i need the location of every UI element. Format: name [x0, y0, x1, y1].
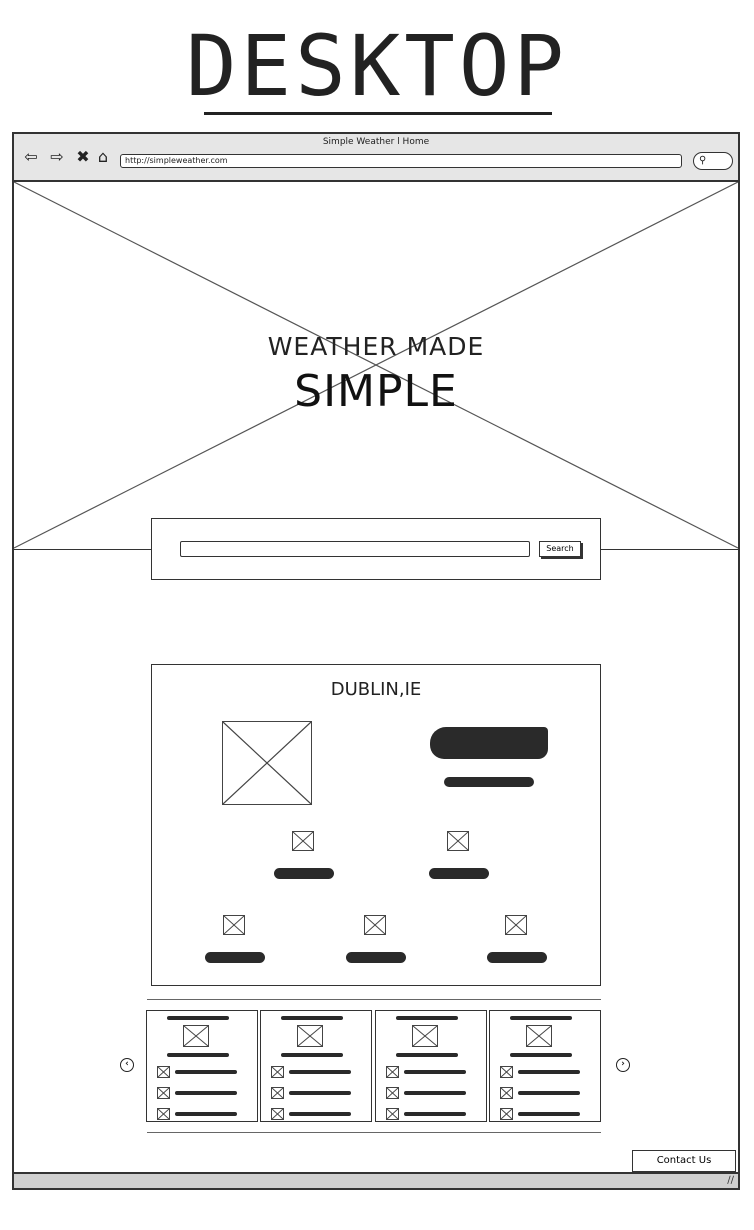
browser-titlebar: Simple Weather l Home ⇦ ⇨ ✖ ⌂ http://sim… — [14, 134, 738, 182]
search-button[interactable]: Search — [539, 541, 581, 557]
forecast-text-scribble — [289, 1112, 351, 1116]
city-name: DUBLIN,IE — [330, 679, 422, 700]
forecast-text-scribble — [281, 1016, 343, 1020]
forecast-text-scribble — [404, 1070, 466, 1074]
chevron-right-icon[interactable]: › — [616, 1058, 630, 1072]
forecast-icon-placeholder — [157, 1108, 170, 1120]
detail-value-scribble — [487, 952, 547, 963]
search-panel: Search — [151, 518, 601, 580]
home-icon[interactable]: ⌂ — [94, 148, 112, 166]
resize-grip-icon[interactable]: ∕∕ — [727, 1174, 734, 1188]
forecast-top-divider — [147, 999, 601, 1000]
detail-icon-placeholder — [292, 831, 314, 851]
forecast-text-scribble — [175, 1070, 237, 1074]
forecast-icon-placeholder — [271, 1108, 284, 1120]
forecast-text-scribble — [404, 1112, 466, 1116]
forecast-text-scribble — [518, 1070, 580, 1074]
detail-value-scribble — [205, 952, 265, 963]
contact-us-button[interactable]: Contact Us — [632, 1150, 736, 1172]
detail-value-scribble — [274, 868, 334, 879]
browser-window: Simple Weather l Home ⇦ ⇨ ✖ ⌂ http://sim… — [12, 132, 740, 1190]
forecast-icon-placeholder — [297, 1025, 323, 1047]
forecast-text-scribble — [404, 1091, 466, 1095]
forecast-text-scribble — [167, 1053, 229, 1057]
forecast-bottom-divider — [147, 1132, 601, 1133]
current-weather-card: DUBLIN,IE — [151, 664, 601, 986]
back-arrow-icon[interactable]: ⇦ — [22, 148, 40, 166]
forecast-text-scribble — [289, 1091, 351, 1095]
weather-image-placeholder — [222, 721, 312, 805]
forecast-text-scribble — [510, 1053, 572, 1057]
detail-icon-placeholder — [505, 915, 527, 935]
forecast-icon-placeholder — [183, 1025, 209, 1047]
forecast-day-card[interactable] — [489, 1010, 601, 1122]
detail-value-scribble — [346, 952, 406, 963]
forecast-icon-placeholder — [386, 1087, 399, 1099]
stop-icon[interactable]: ✖ — [74, 148, 92, 166]
chevron-left-icon[interactable]: ‹ — [120, 1058, 134, 1072]
forecast-icon-placeholder — [271, 1087, 284, 1099]
window-title: Simple Weather l Home — [322, 137, 430, 147]
forward-arrow-icon[interactable]: ⇨ — [48, 148, 66, 166]
browser-statusbar: ∕∕ — [14, 1172, 738, 1188]
address-bar[interactable]: http://simpleweather.com — [120, 154, 682, 168]
forecast-text-scribble — [281, 1053, 343, 1057]
hero-title: SIMPLE — [294, 366, 458, 417]
browser-search-field[interactable]: ⚲ — [693, 152, 733, 170]
forecast-icon-placeholder — [271, 1066, 284, 1078]
forecast-text-scribble — [396, 1016, 458, 1020]
forecast-icon-placeholder — [526, 1025, 552, 1047]
condition-scribble — [444, 777, 534, 787]
hero-image-placeholder: WEATHER MADE SIMPLE — [14, 182, 738, 550]
forecast-day-card[interactable] — [146, 1010, 258, 1122]
detail-value-scribble — [429, 868, 489, 879]
forecast-text-scribble — [167, 1016, 229, 1020]
forecast-text-scribble — [289, 1070, 351, 1074]
forecast-text-scribble — [518, 1091, 580, 1095]
search-icon: ⚲ — [699, 155, 707, 166]
hero-tagline: WEATHER MADE — [267, 332, 485, 361]
forecast-icon-placeholder — [500, 1087, 513, 1099]
forecast-icon-placeholder — [386, 1066, 399, 1078]
heading-underline — [204, 112, 552, 115]
forecast-text-scribble — [510, 1016, 572, 1020]
forecast-icon-placeholder — [412, 1025, 438, 1047]
temperature-scribble — [430, 727, 548, 759]
city-search-input[interactable] — [180, 541, 530, 557]
forecast-text-scribble — [175, 1091, 237, 1095]
forecast-icon-placeholder — [157, 1066, 170, 1078]
forecast-icon-placeholder — [386, 1108, 399, 1120]
detail-icon-placeholder — [364, 915, 386, 935]
forecast-icon-placeholder — [500, 1108, 513, 1120]
detail-icon-placeholder — [223, 915, 245, 935]
page-heading: DESKTOP — [185, 17, 568, 115]
forecast-day-card[interactable] — [260, 1010, 372, 1122]
forecast-icon-placeholder — [500, 1066, 513, 1078]
forecast-icon-placeholder — [157, 1087, 170, 1099]
forecast-day-card[interactable] — [375, 1010, 487, 1122]
detail-icon-placeholder — [447, 831, 469, 851]
image-placeholder-icon — [223, 722, 311, 804]
forecast-text-scribble — [175, 1112, 237, 1116]
forecast-text-scribble — [396, 1053, 458, 1057]
forecast-text-scribble — [518, 1112, 580, 1116]
